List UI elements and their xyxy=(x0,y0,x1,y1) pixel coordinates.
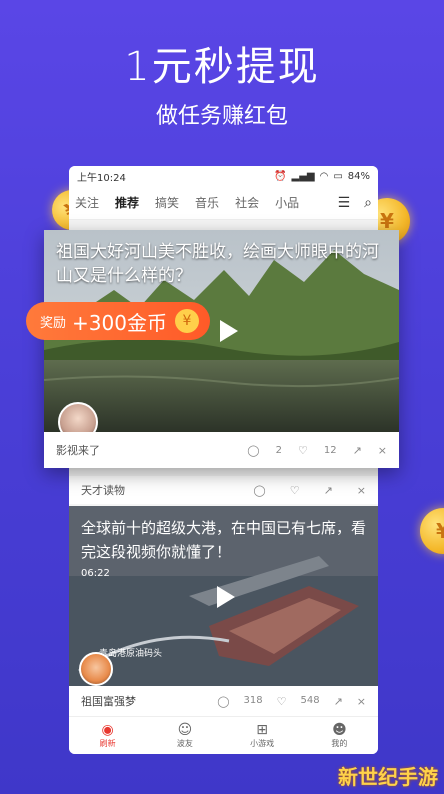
like-count: 548 xyxy=(300,694,320,706)
nav-label: 小游戏 xyxy=(250,739,275,748)
video-title: 祖国大好河山美不胜收，绘画大师眼中的河山又是什么样的？ xyxy=(56,242,379,286)
alarm-icon: ⏰ xyxy=(274,170,287,182)
bottom-nav: ◉ 刷新 ☺ 波友 ⊞ 小游戏 ☻ 我的 xyxy=(69,716,378,754)
share-icon[interactable]: ↗ xyxy=(324,484,333,497)
close-icon[interactable]: × xyxy=(378,444,387,457)
battery-level: 84% xyxy=(347,170,370,182)
video-title: 全球前十的超级大港，在中国已有七席，看完这段视频你就懂了！ xyxy=(81,519,367,561)
comment-count: 2 xyxy=(275,444,282,456)
avatar[interactable] xyxy=(79,652,113,686)
nav-friends[interactable]: ☺ 波友 xyxy=(146,717,223,754)
menu-icon[interactable]: ☰ xyxy=(338,195,351,211)
hero-title: 1元秒提现 xyxy=(124,44,320,90)
close-icon[interactable]: × xyxy=(357,484,366,497)
comment-count: 318 xyxy=(243,694,263,706)
nav-refresh[interactable]: ◉ 刷新 xyxy=(69,717,146,754)
smile-icon: ☻ xyxy=(332,722,347,738)
tab-recommend[interactable]: 推荐 xyxy=(115,194,139,211)
video-duration: 06:22 xyxy=(81,568,110,579)
nav-games[interactable]: ⊞ 小游戏 xyxy=(224,717,301,754)
play-icon[interactable] xyxy=(220,320,238,342)
featured-video-card[interactable]: 祖国大好河山美不胜收，绘画大师眼中的河山又是什么样的？ 影视来了 ◯ 2 ♡ 1… xyxy=(44,230,399,468)
tab-music[interactable]: 音乐 xyxy=(195,194,219,211)
play-icon[interactable] xyxy=(217,586,235,608)
share-icon[interactable]: ↗ xyxy=(334,695,343,708)
status-bar: 上午10:24 ⏰ ▂▄▆ ◠ ▭ 84% xyxy=(69,166,378,186)
nav-label: 刷新 xyxy=(99,739,116,748)
coin-icon: ¥ xyxy=(420,508,444,554)
wifi-icon: ◠ xyxy=(319,170,329,182)
tab-funny[interactable]: 搞笑 xyxy=(155,194,179,211)
author-name: 影视来了 xyxy=(56,444,100,457)
tab-follow[interactable]: 关注 xyxy=(75,194,99,211)
status-time: 上午10:24 xyxy=(77,172,126,184)
close-icon[interactable]: × xyxy=(357,695,366,708)
like-icon[interactable]: ♡ xyxy=(290,484,300,497)
hero-subtitle: 做任务赚红包 xyxy=(155,104,288,129)
yen-coin-icon: ¥ xyxy=(174,309,199,333)
nav-label: 我的 xyxy=(331,739,348,748)
video-card[interactable]: 全球前十的超级大港，在中国已有七席，看完这段视频你就懂了！ 06:22 青岛港原… xyxy=(69,506,378,686)
card-meta: 影视来了 ◯ 2 ♡ 12 ↗ × xyxy=(44,432,399,468)
battery-icon: ▭ xyxy=(333,170,343,182)
category-tabs: 关注 推荐 搞笑 音乐 社会 小品 ☰ ⌕ xyxy=(69,186,378,220)
like-count: 12 xyxy=(323,444,337,456)
reward-badge[interactable]: 奖励 +300金币 ¥ xyxy=(26,302,210,340)
tab-sketch[interactable]: 小品 xyxy=(275,194,299,211)
share-icon[interactable]: ↗ xyxy=(353,444,362,457)
author-name: 天才读物 xyxy=(81,484,125,497)
search-icon[interactable]: ⌕ xyxy=(364,195,372,211)
gamepad-icon: ⊞ xyxy=(256,722,268,738)
comment-icon[interactable]: ◯ xyxy=(253,484,265,497)
signal-icon: ▂▄▆ xyxy=(291,170,315,182)
like-icon[interactable]: ♡ xyxy=(298,444,308,457)
comment-icon[interactable]: ◯ xyxy=(247,444,259,457)
refresh-icon: ◉ xyxy=(101,722,114,738)
nav-label: 波友 xyxy=(176,739,193,748)
list-item[interactable]: 天才读物 ◯ ♡ ↗ × xyxy=(69,476,378,504)
author-name: 祖国富强梦 xyxy=(81,695,136,708)
watermark: 新世纪手游 xyxy=(338,765,438,789)
nav-profile[interactable]: ☻ 我的 xyxy=(301,717,378,754)
reward-label: 奖励 xyxy=(40,315,67,331)
comment-icon[interactable]: ◯ xyxy=(217,695,229,708)
tab-society[interactable]: 社会 xyxy=(235,194,259,211)
like-icon[interactable]: ♡ xyxy=(277,695,287,708)
reward-amount: +300金币 xyxy=(72,310,167,335)
list-item-meta: 祖国富强梦 ◯ 318 ♡ 548 ↗ × xyxy=(69,686,378,716)
chat-icon: ☺ xyxy=(177,722,193,738)
